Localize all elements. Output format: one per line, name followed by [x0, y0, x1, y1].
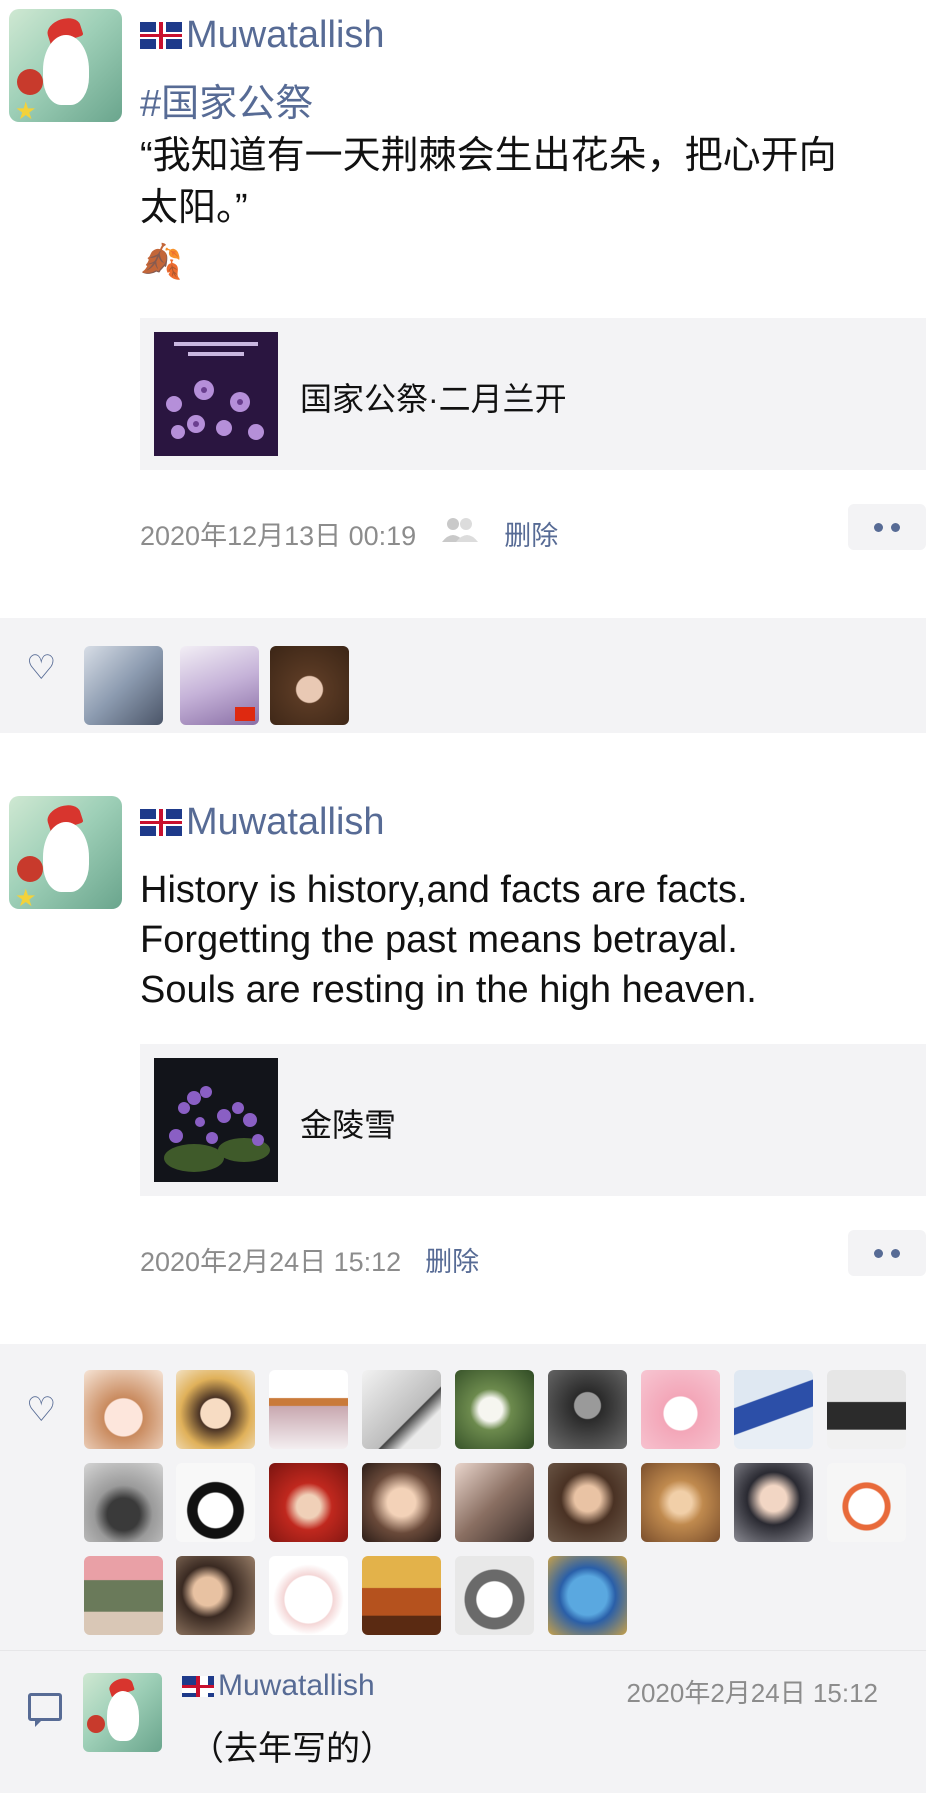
liker-avatar[interactable] [269, 1556, 348, 1635]
post-text-line-1: “我知道有一天荆棘会生出花朵，把心开向 [140, 135, 837, 177]
liker-avatar[interactable] [827, 1463, 906, 1542]
post-timestamp: 2020年12月13日 00:19 [140, 521, 417, 551]
liker-avatar[interactable] [548, 1556, 627, 1635]
comment-text: （去年写的） [190, 1730, 394, 1768]
friends-icon[interactable] [440, 516, 480, 551]
commenter-avatar[interactable] [83, 1673, 162, 1752]
post-text-line-2: 太阳。” [140, 187, 248, 229]
author-name[interactable]: Muwatallish [140, 14, 385, 57]
liker-avatar[interactable] [548, 1370, 627, 1449]
dot-icon [891, 1248, 900, 1258]
liker-avatar[interactable] [84, 1556, 163, 1635]
liker-avatar[interactable] [455, 1370, 534, 1449]
dot-icon [874, 1248, 883, 1258]
article-thumbnail [154, 1058, 278, 1182]
author-name[interactable]: Muwatallish [140, 801, 385, 844]
post-text-line-1: History is history,and facts are facts. [140, 869, 748, 911]
article-title: 金陵雪 [300, 1107, 397, 1143]
more-options-button[interactable] [848, 504, 926, 550]
more-options-button[interactable] [848, 1230, 926, 1276]
heart-icon: ♡ [26, 1390, 57, 1430]
likes-panel-2: ♡ [0, 1344, 926, 1650]
post-text-line-3: Souls are resting in the high heaven. [140, 969, 757, 1011]
post-text-line-2: Forgetting the past means betrayal. [140, 919, 738, 961]
liker-avatar[interactable] [641, 1463, 720, 1542]
likes-panel-1: ♡ [0, 618, 926, 733]
author-avatar[interactable]: ★ [9, 796, 122, 909]
post-meta: 2020年12月13日 00:19 删除 [140, 514, 558, 553]
dot-icon [891, 522, 900, 532]
comment-icon [28, 1693, 62, 1727]
liker-avatar[interactable] [362, 1463, 441, 1542]
liker-avatar[interactable] [734, 1463, 813, 1542]
uk-flag-icon [140, 22, 182, 49]
comment-item[interactable]: Muwatallish 2020年2月24日 15:12 （去年写的） [0, 1650, 926, 1793]
article-thumbnail [154, 332, 278, 456]
liker-avatar[interactable] [548, 1463, 627, 1542]
liker-avatar[interactable] [362, 1556, 441, 1635]
liker-avatar[interactable] [641, 1370, 720, 1449]
commenter-name[interactable]: Muwatallish [182, 1669, 375, 1703]
post-hashtag[interactable]: #国家公祭 [140, 78, 313, 130]
heart-icon: ♡ [26, 648, 57, 688]
liker-avatar[interactable] [269, 1463, 348, 1542]
liker-avatar[interactable] [176, 1556, 255, 1635]
liker-avatar[interactable] [176, 1370, 255, 1449]
shared-article-card[interactable]: 国家公祭·二月兰开 [140, 318, 926, 470]
post-timestamp: 2020年2月24日 15:12 [140, 1247, 402, 1277]
liker-avatar[interactable] [180, 646, 259, 725]
liker-avatar[interactable] [270, 646, 349, 725]
dot-icon [874, 522, 883, 532]
uk-flag-icon [140, 809, 182, 836]
shared-article-card[interactable]: 金陵雪 [140, 1044, 926, 1196]
liker-avatar[interactable] [455, 1463, 534, 1542]
author-avatar[interactable]: ★ [9, 9, 122, 122]
liker-avatar[interactable] [84, 646, 163, 725]
liker-avatar[interactable] [269, 1370, 348, 1449]
liker-avatar[interactable] [84, 1370, 163, 1449]
post-meta: 2020年2月24日 15:12 删除 [140, 1240, 479, 1279]
uk-flag-icon [182, 1675, 214, 1697]
liker-avatar[interactable] [176, 1463, 255, 1542]
delete-link[interactable]: 删除 [504, 514, 558, 553]
liker-avatar[interactable] [827, 1370, 906, 1449]
liker-avatar[interactable] [362, 1370, 441, 1449]
leaves-emoji: 🍂 [140, 243, 183, 281]
comment-time: 2020年2月24日 15:12 [626, 1678, 878, 1708]
liker-avatar[interactable] [734, 1370, 813, 1449]
delete-link[interactable]: 删除 [425, 1240, 479, 1279]
liker-avatar[interactable] [455, 1556, 534, 1635]
article-title: 国家公祭·二月兰开 [300, 381, 567, 417]
liker-avatar[interactable] [84, 1463, 163, 1542]
